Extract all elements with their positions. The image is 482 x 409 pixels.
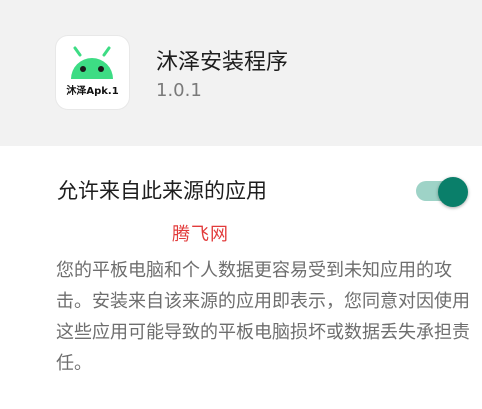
toggle-thumb	[438, 177, 468, 207]
allow-source-setting-row[interactable]: 允许来自此来源的应用	[0, 160, 482, 220]
watermark: 腾飞网	[172, 224, 229, 245]
security-warning-text: 您的平板电脑和个人数据更容易受到未知应用的攻击。安装来自该来源的应用即表示，您同…	[56, 260, 470, 374]
android-robot-icon	[71, 46, 113, 79]
allow-source-label: 允许来自此来源的应用	[57, 179, 267, 203]
app-icon-label: 沐泽Apk.1	[66, 86, 119, 97]
app-name: 沐泽安装程序	[156, 50, 289, 75]
app-icon: 沐泽Apk.1	[56, 36, 129, 109]
allow-source-toggle[interactable]	[416, 177, 468, 207]
app-header: 沐泽Apk.1 沐泽安装程序 1.0.1	[0, 0, 482, 146]
app-version: 1.0.1	[156, 80, 202, 101]
